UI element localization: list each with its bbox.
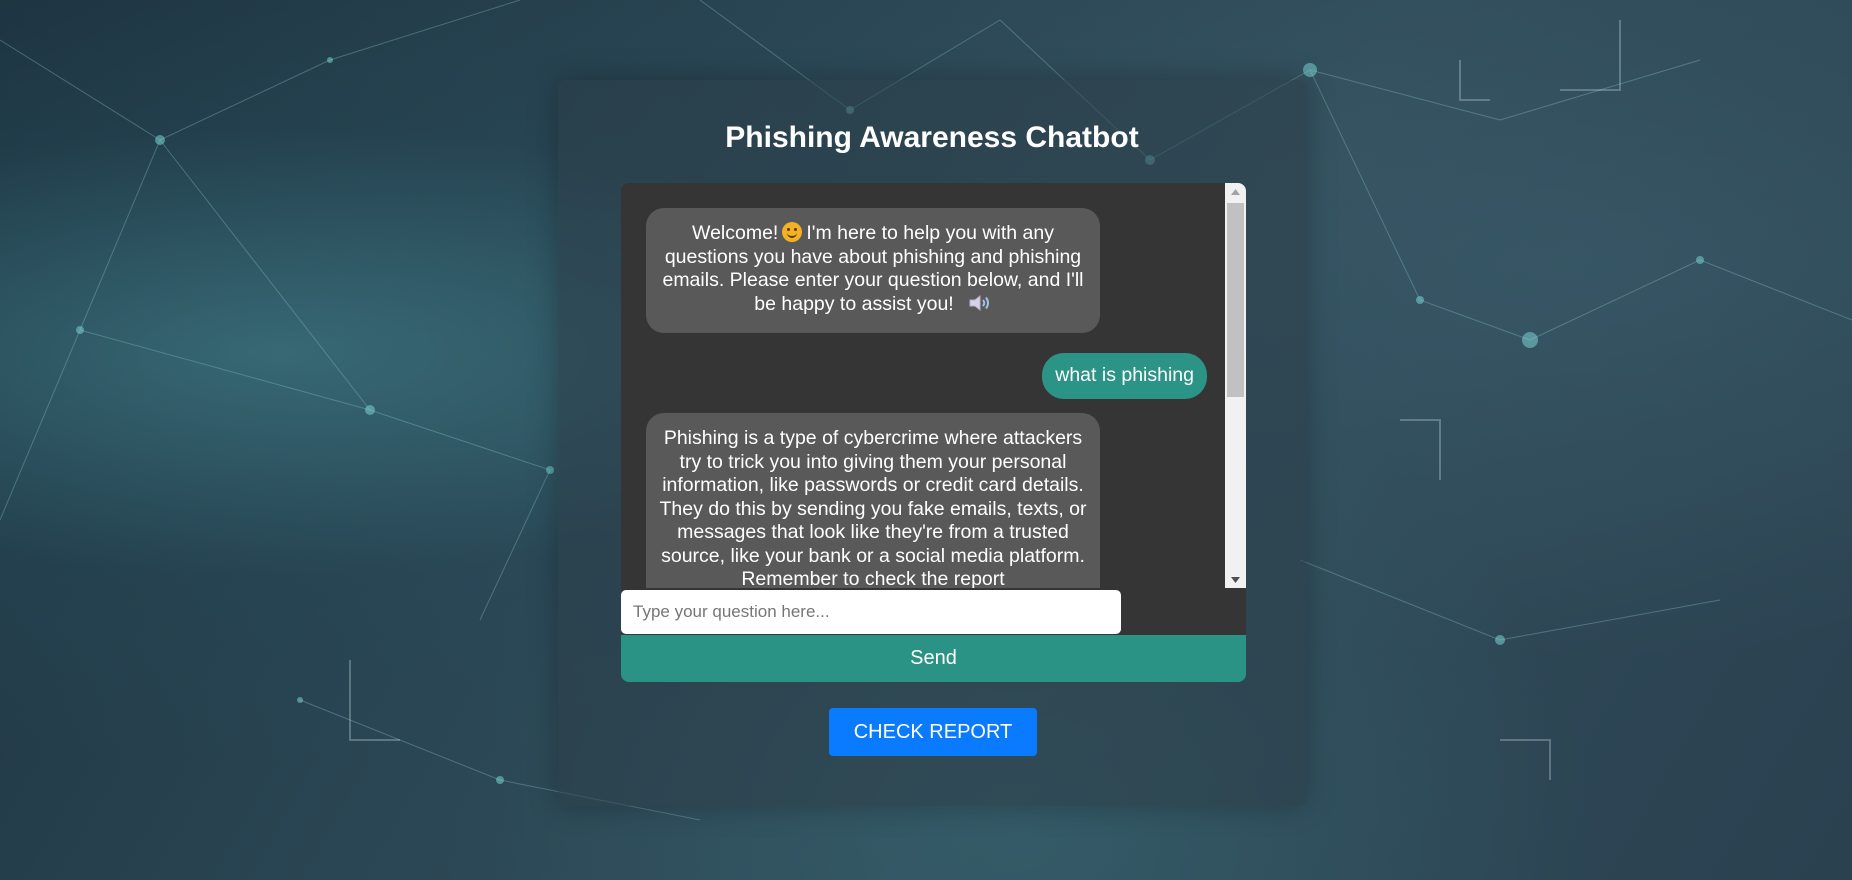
input-row [621, 588, 1246, 635]
chat-window: Welcome! I'm here to help you with any qu… [621, 183, 1246, 588]
question-input[interactable] [621, 590, 1121, 634]
bot-message-answer: Phishing is a type of cybercrime where a… [646, 413, 1100, 588]
scroll-up-arrow-icon[interactable] [1225, 183, 1246, 200]
bot-message-welcome: Welcome! I'm here to help you with any qu… [646, 208, 1100, 333]
scrollbar-thumb[interactable] [1227, 203, 1244, 397]
chat-scrollbar[interactable] [1225, 183, 1246, 588]
scroll-down-arrow-icon[interactable] [1225, 571, 1246, 588]
user-message: what is phishing [1042, 353, 1207, 399]
message-text: what is phishing [1055, 364, 1194, 386]
chat-messages[interactable]: Welcome! I'm here to help you with any qu… [621, 183, 1225, 588]
smiling-face-emoji-icon [782, 222, 803, 242]
send-button[interactable]: Send [621, 635, 1246, 682]
message-text: Phishing is a type of cybercrime where a… [659, 427, 1087, 588]
check-report-button[interactable]: CHECK REPORT [829, 708, 1037, 756]
speaker-icon[interactable] [968, 293, 992, 320]
page-title: Phishing Awareness Chatbot [725, 121, 1139, 154]
message-text: Welcome! [692, 222, 779, 244]
